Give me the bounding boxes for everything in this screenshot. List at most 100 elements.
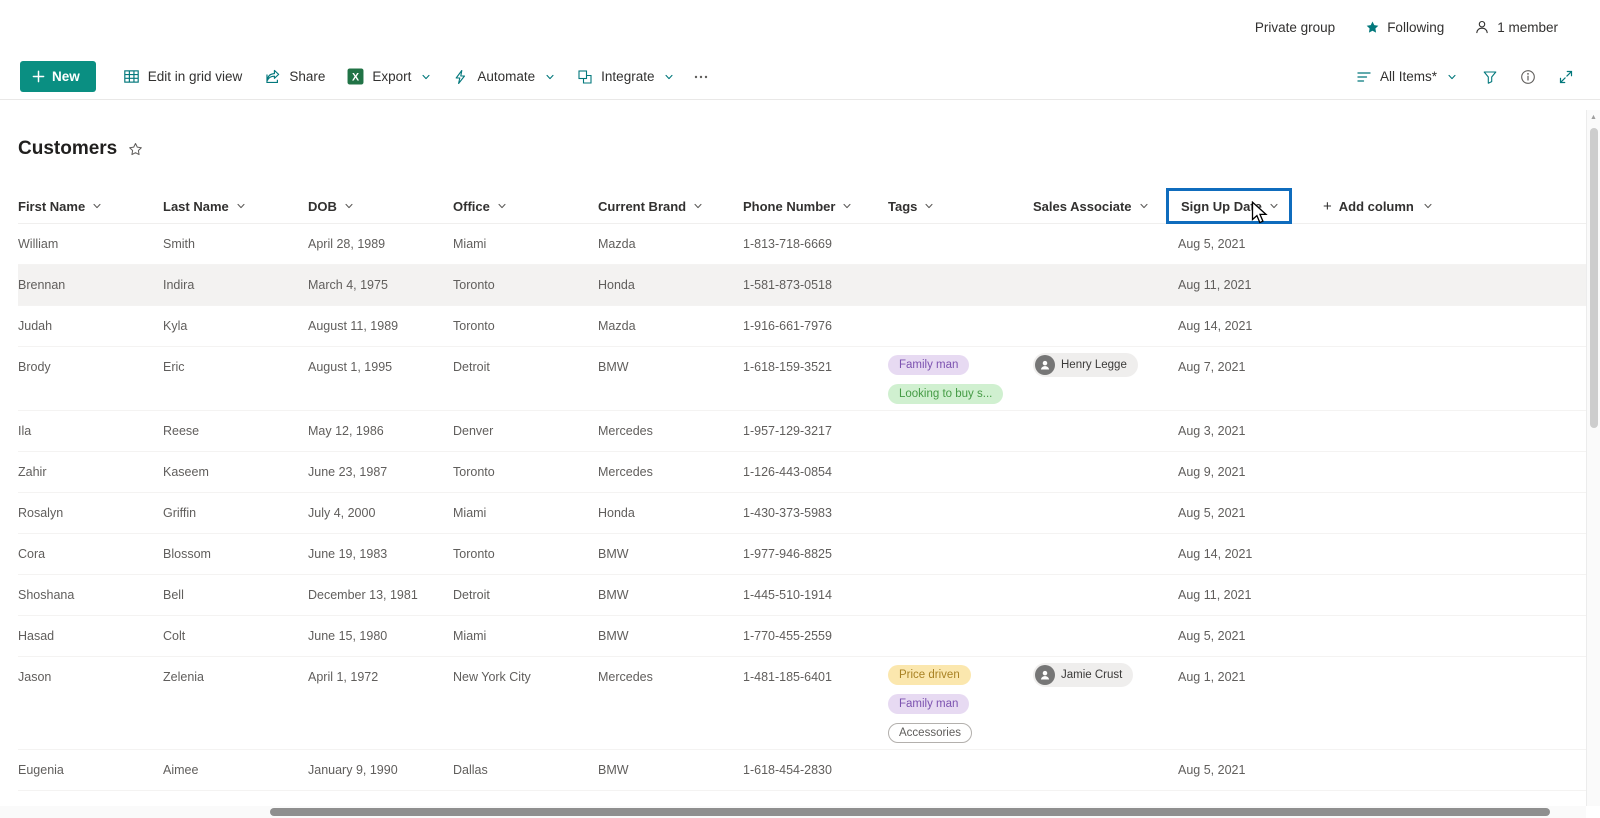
current-brand-cell: BMW	[598, 763, 629, 777]
tag-pill[interactable]: Accessories	[888, 723, 972, 743]
first-name-cell: Cora	[18, 547, 46, 561]
command-bar-right: All Items*	[1347, 62, 1580, 92]
more-commands-button[interactable]	[687, 62, 715, 92]
private-group-label: Private group	[1255, 20, 1335, 35]
signup-date-cell: Aug 3, 2021	[1178, 424, 1246, 438]
integrate-button[interactable]: Integrate	[568, 62, 683, 92]
add-column-button[interactable]: + Add column	[1323, 199, 1600, 214]
last-name-cell: Colt	[163, 629, 186, 643]
phone-number-cell: 1-581-873-0518	[743, 278, 832, 292]
command-bar-left: New Edit in grid view Share X Export Aut…	[20, 61, 715, 92]
chevron-down-icon	[421, 72, 431, 82]
tags-cell	[888, 616, 1033, 630]
last-name-cell: Reese	[163, 424, 200, 438]
dob-cell: June 19, 1983	[308, 547, 388, 561]
share-icon	[264, 68, 281, 85]
horizontal-scrollbar[interactable]	[0, 806, 1586, 818]
vertical-scrollbar-thumb[interactable]	[1590, 128, 1598, 428]
tag-pill[interactable]: Price driven	[888, 665, 971, 685]
sales-associate-chip[interactable]: Henry Legge	[1033, 353, 1138, 377]
column-header-label: Last Name	[163, 198, 229, 214]
person-icon	[1474, 19, 1490, 35]
column-header-tags[interactable]: Tags	[888, 199, 1033, 214]
column-header-label: DOB	[308, 198, 337, 214]
office-cell: Detroit	[453, 360, 490, 374]
expand-button[interactable]	[1552, 62, 1580, 92]
phone-number-cell: 1-618-454-2830	[743, 763, 832, 777]
share-button[interactable]: Share	[255, 61, 334, 92]
first-name-cell: Ila	[18, 424, 32, 438]
last-name-cell: Eric	[163, 360, 185, 374]
table-row[interactable]: Rosalyn Griffin July 4, 2000 Miami Honda 1-43…	[18, 493, 1600, 534]
site-header: Private group Following 1 member	[0, 0, 1600, 54]
first-name-cell: Brody	[18, 360, 51, 374]
column-header-office[interactable]: Office	[453, 199, 598, 214]
export-button[interactable]: X Export	[338, 61, 440, 92]
table-row[interactable]: Eugenia Aimee January 9, 1990 Dallas BMW 1-61…	[18, 750, 1600, 791]
table-row[interactable]: Hasad Colt June 15, 1980 Miami BMW 1-770-455-…	[18, 616, 1600, 657]
tag-pill[interactable]: Family man	[888, 355, 970, 375]
phone-number-cell: 1-445-510-1914	[743, 588, 832, 602]
table-row[interactable]: Judah Kyla August 11, 1989 Toronto Mazda 1-91…	[18, 306, 1600, 347]
last-name-cell: Kaseem	[163, 465, 209, 479]
person-icon	[1039, 669, 1051, 681]
sales-associate-cell	[1033, 265, 1178, 275]
filter-button[interactable]	[1476, 62, 1504, 92]
favorite-star-icon[interactable]	[128, 142, 143, 157]
column-header-label: Current Brand	[598, 198, 687, 214]
column-header-last-name[interactable]: Last Name	[163, 199, 308, 214]
table-row[interactable]: Jason Zelenia April 1, 1972 New York City Me…	[18, 657, 1600, 750]
members-button[interactable]: 1 member	[1474, 19, 1558, 35]
phone-number-cell: 1-770-455-2559	[743, 629, 832, 643]
title-row: Customers	[18, 136, 1600, 162]
avatar	[1035, 665, 1055, 685]
dob-cell: January 9, 1990	[308, 763, 398, 777]
horizontal-scrollbar-thumb[interactable]	[270, 808, 1550, 816]
integrate-label: Integrate	[601, 69, 655, 84]
phone-number-cell: 1-977-946-8825	[743, 547, 832, 561]
info-icon	[1520, 69, 1536, 85]
scrollbar-up-arrow[interactable]: ▲	[1587, 110, 1600, 124]
following-label: Following	[1387, 19, 1445, 35]
first-name-cell: Brennan	[18, 278, 66, 292]
table-row[interactable]: Zahir Kaseem June 23, 1987 Toronto Mercedes 1…	[18, 452, 1600, 493]
column-header-current-brand[interactable]: Current Brand	[598, 199, 743, 214]
last-name-cell: Kyla	[163, 319, 188, 333]
sales-associate-chip[interactable]: Jamie Crust	[1033, 663, 1134, 687]
dob-cell: June 23, 1987	[308, 465, 388, 479]
new-button[interactable]: New	[20, 61, 96, 92]
vertical-scrollbar[interactable]: ▲	[1586, 110, 1600, 806]
empty-cell	[1323, 534, 1600, 558]
automate-icon	[453, 69, 469, 85]
tag-pill[interactable]: Family man	[888, 694, 970, 714]
table-row[interactable]: Ila Reese May 12, 1986 Denver Mercedes 1-957-…	[18, 411, 1600, 452]
column-header-sales-associate[interactable]: Sales Associate	[1033, 199, 1178, 214]
column-header-label: Office	[453, 198, 490, 214]
table-row[interactable]: Shoshana Bell December 13, 1981 Detroit BMW 1…	[18, 575, 1600, 616]
signup-date-cell: Aug 5, 2021	[1178, 763, 1246, 777]
view-list-icon	[1356, 69, 1372, 85]
edit-in-grid-view-button[interactable]: Edit in grid view	[114, 61, 252, 92]
column-header-sign-up-date[interactable]: Sign Up Date	[1166, 188, 1292, 224]
table-row[interactable]: Brennan Indira March 4, 1975 Toronto Honda 1-…	[18, 265, 1600, 306]
tags-cell	[888, 265, 1033, 279]
list-content: Customers First Name Last Name DOB Office Cu…	[0, 100, 1600, 791]
column-header-phone-number[interactable]: Phone Number	[743, 199, 888, 214]
current-brand-cell: BMW	[598, 588, 629, 602]
sales-associate-cell: Henry Legge	[1033, 347, 1178, 381]
chevron-down-icon	[497, 201, 507, 211]
info-button[interactable]	[1514, 62, 1542, 92]
table-row[interactable]: Cora Blossom June 19, 1983 Toronto BMW 1-977-…	[18, 534, 1600, 575]
first-name-cell: Judah	[18, 319, 53, 333]
table-row[interactable]: Brody Eric August 1, 1995 Detroit BMW 1-618-1…	[18, 347, 1600, 411]
tag-pill[interactable]: Looking to buy s...	[888, 384, 1004, 404]
empty-cell	[1323, 306, 1600, 330]
empty-cell	[1323, 575, 1600, 599]
automate-button[interactable]: Automate	[444, 62, 564, 92]
following-button[interactable]: Following	[1365, 20, 1444, 35]
column-header-dob[interactable]: DOB	[308, 199, 453, 214]
view-selector-button[interactable]: All Items*	[1347, 62, 1466, 92]
sales-associate-cell	[1033, 411, 1178, 421]
column-header-first-name[interactable]: First Name	[18, 199, 163, 214]
table-row[interactable]: William Smith April 28, 1989 Miami Mazda 1-81…	[18, 224, 1600, 265]
